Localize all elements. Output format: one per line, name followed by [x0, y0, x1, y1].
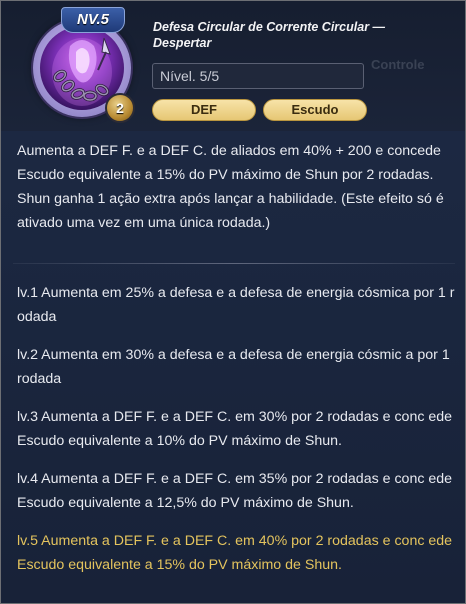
level-item-1: lv.1 Aumenta em 25% a defesa e a defesa …	[17, 285, 455, 325]
background-label: Controle	[371, 57, 425, 72]
level-item-3: lv.3 Aumenta a DEF F. e a DEF C. em 30% …	[17, 409, 453, 449]
level-item-4: lv.4 Aumenta a DEF F. e a DEF C. em 35% …	[17, 471, 453, 511]
level-item-2: lv.2 Aumenta em 30% a defesa e a defesa …	[17, 347, 450, 387]
skill-title: Defesa Circular de Corrente Circular — D…	[153, 20, 386, 50]
level-list: lv.1 Aumenta em 25% a defesa e a defesa …	[17, 281, 457, 591]
skill-level-badge: NV.5	[61, 7, 125, 33]
divider	[13, 263, 455, 264]
skill-description: Aumenta a DEF F. e a DEF C. de aliados e…	[17, 143, 444, 231]
rank-badge: 2	[105, 93, 135, 123]
skill-tooltip-panel: Controle NV.5 2 Defesa Circular de Corre…	[0, 0, 466, 604]
tag-def: DEF	[152, 99, 256, 121]
tag-escudo: Escudo	[263, 99, 367, 121]
level-item-5-current: lv.5 Aumenta a DEF F. e a DEF C. em 40% …	[17, 533, 453, 573]
skill-level-field: Nível. 5/5	[152, 63, 364, 89]
skill-header: Controle NV.5 2 Defesa Circular de Corre…	[1, 1, 465, 131]
